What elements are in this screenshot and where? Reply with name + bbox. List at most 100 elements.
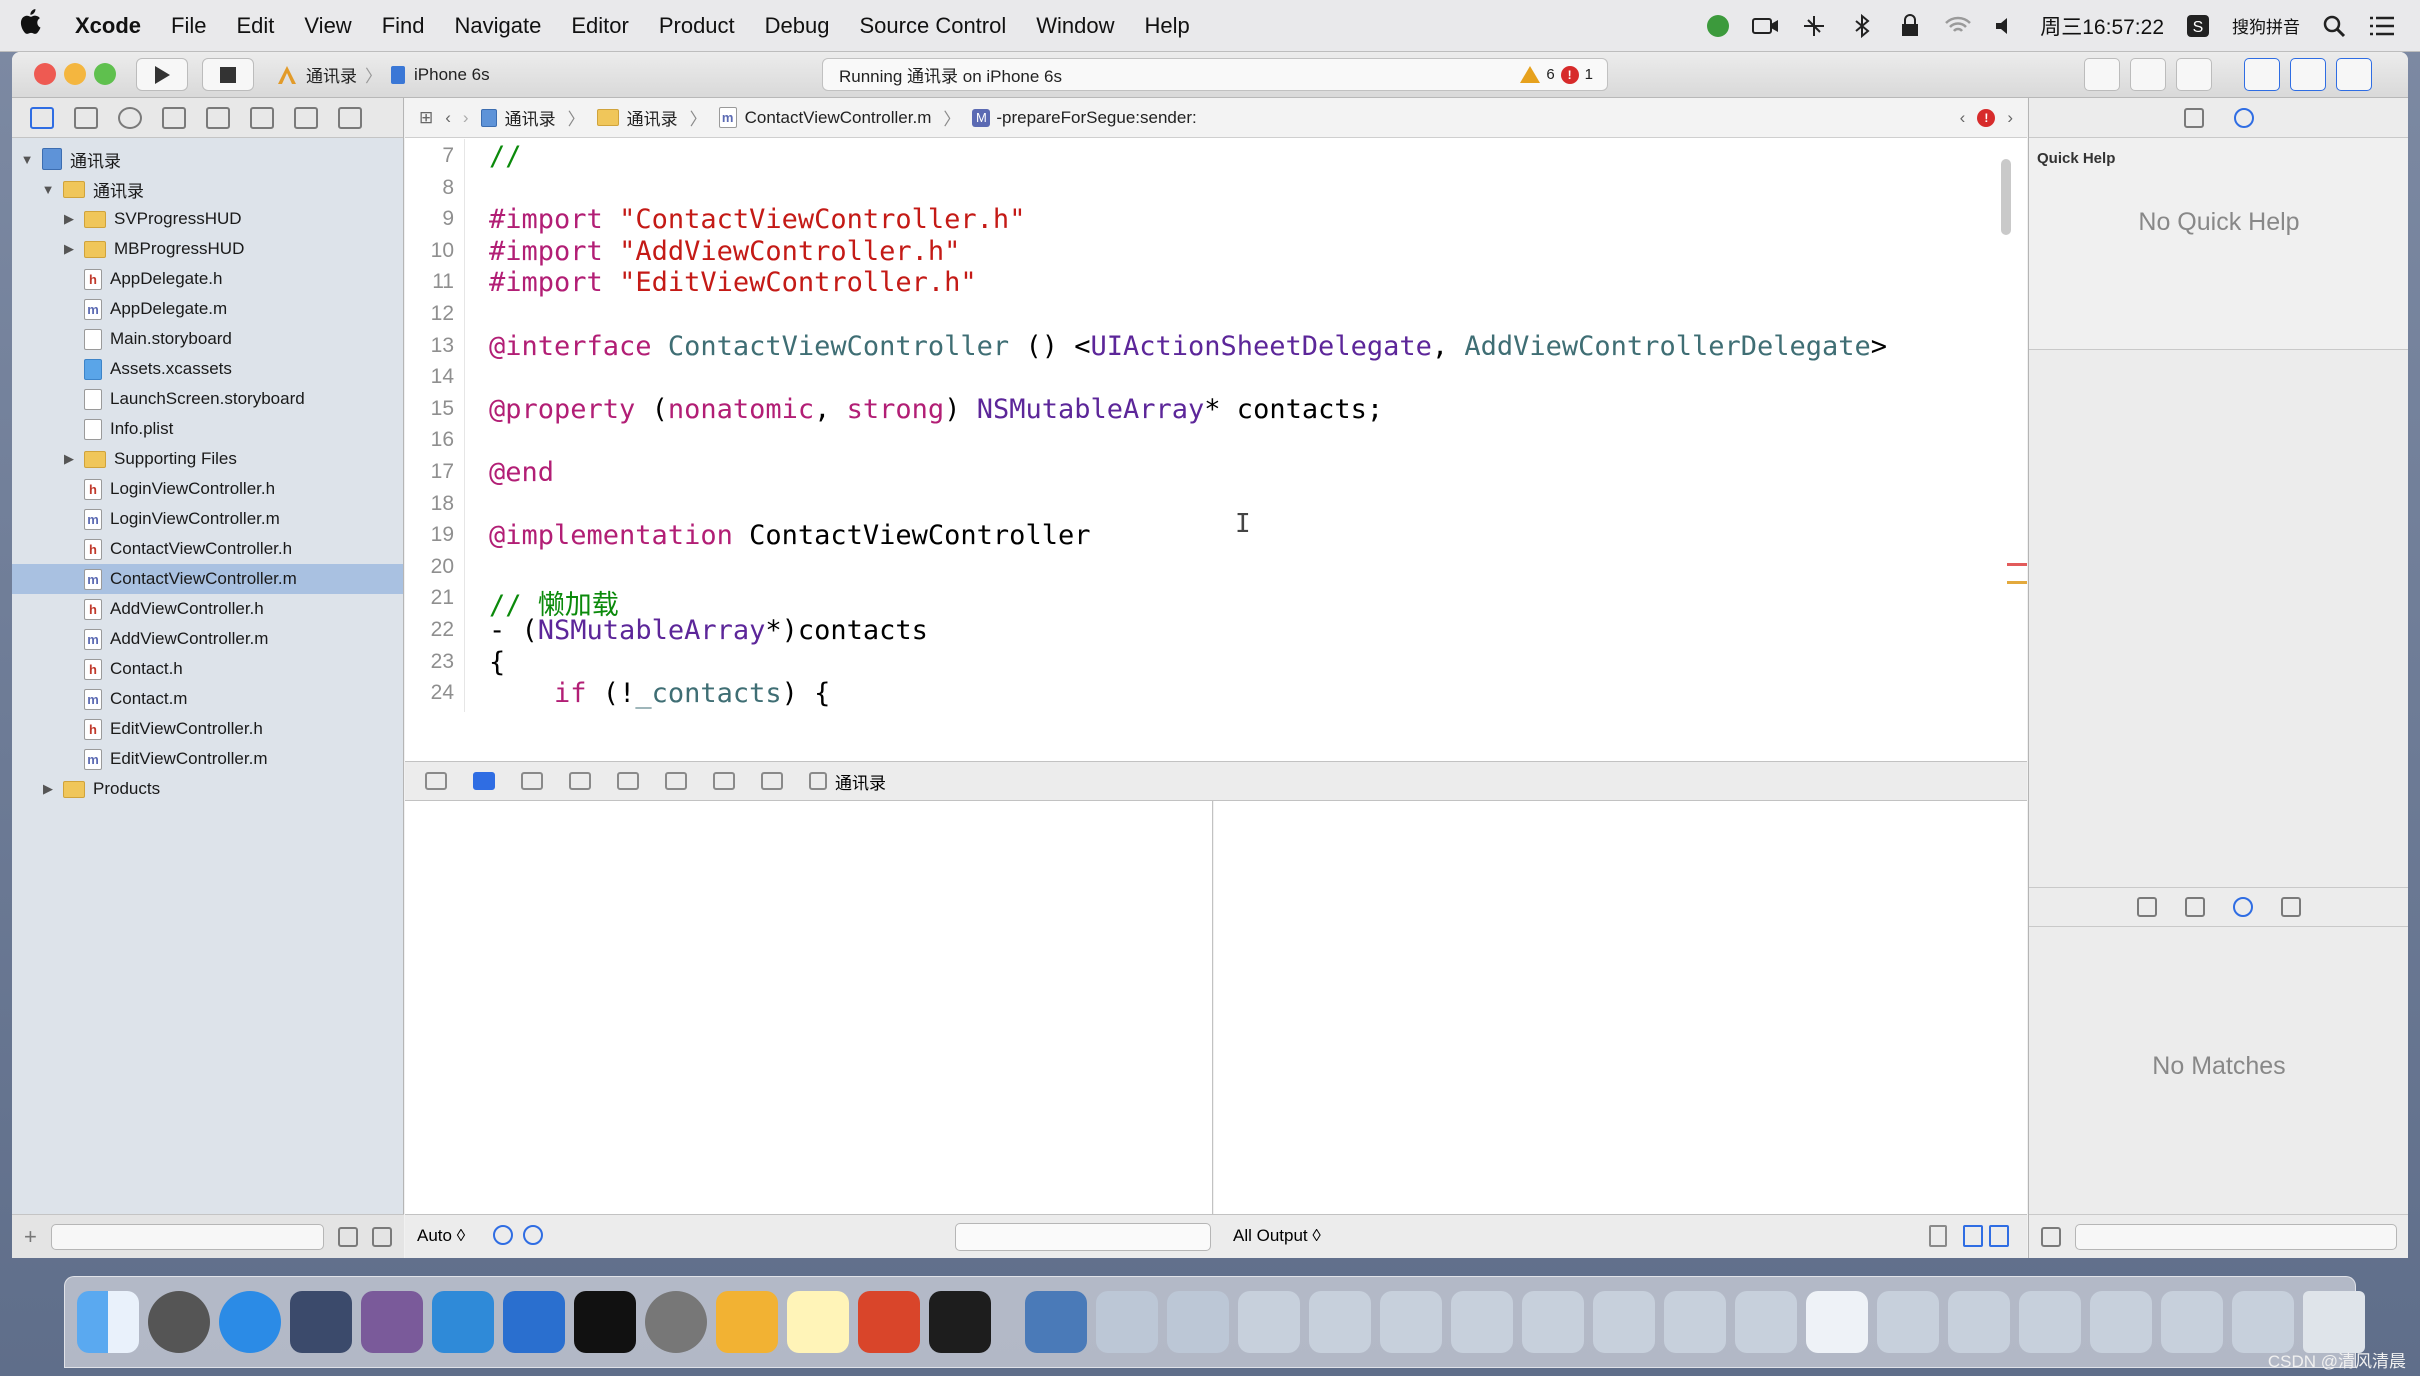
dock-instruments-icon[interactable] <box>503 1291 565 1353</box>
file-tree-item[interactable]: ▼ 通讯录 <box>12 144 403 174</box>
menu-product[interactable]: Product <box>644 13 750 39</box>
dock-window-thumbnail-icon[interactable] <box>2019 1291 2081 1353</box>
navigator-filter-input[interactable] <box>50 1223 324 1250</box>
next-issue-icon[interactable]: › <box>2007 108 2013 128</box>
dock-window-thumbnail-icon[interactable] <box>1593 1291 1655 1353</box>
disclosure-triangle-icon[interactable]: ▶ <box>62 241 76 257</box>
spotlight-search-icon[interactable] <box>2320 12 2348 40</box>
code-line[interactable]: @end <box>489 457 554 488</box>
dock-window-thumbnail-icon[interactable] <box>1167 1291 1229 1353</box>
notification-center-icon[interactable] <box>2368 12 2396 40</box>
code-line[interactable]: @implementation ContactViewController <box>489 520 1090 551</box>
file-tree-item[interactable]: Info.plist <box>12 414 403 444</box>
recent-files-icon[interactable] <box>338 1226 358 1247</box>
dock-finder-icon[interactable] <box>77 1291 139 1353</box>
editor-scrollbar[interactable] <box>2001 159 2011 235</box>
dock-window-thumbnail-icon[interactable] <box>1309 1291 1371 1353</box>
scm-filter-icon[interactable] <box>372 1226 392 1247</box>
quick-help-icon[interactable] <box>2233 107 2254 128</box>
file-tree-item[interactable]: m ContactViewController.m <box>12 564 403 594</box>
airplane-icon[interactable] <box>1800 12 1828 40</box>
dock-powerpoint-icon[interactable] <box>858 1291 920 1353</box>
back-arrow-icon[interactable]: ‹ <box>445 108 451 128</box>
file-tree-item[interactable]: h Contact.h <box>12 654 403 684</box>
code-line[interactable]: @property (nonatomic, strong) NSMutableA… <box>489 394 1383 425</box>
code-line[interactable]: #import "ContactViewController.h" <box>489 204 1025 235</box>
hide-debug-area-icon[interactable] <box>425 772 447 790</box>
dock-window-thumbnail-icon[interactable] <box>1806 1291 1868 1353</box>
code-line[interactable]: @interface ContactViewController () <UIA… <box>489 331 1887 362</box>
menu-source-control[interactable]: Source Control <box>845 13 1022 39</box>
code-area[interactable]: 7 8 9 10 11 12 13 14 15 16 17 18 19 20 21 22 23 24 // #imp… <box>405 139 2027 712</box>
version-editor-button[interactable] <box>2176 58 2212 91</box>
close-window-button[interactable] <box>34 63 56 85</box>
console-view[interactable] <box>1214 801 2027 1214</box>
error-icon[interactable]: ! <box>1560 65 1579 84</box>
code-line[interactable]: // <box>489 141 522 172</box>
console-output-select[interactable]: All Output ◊ <box>1233 1226 1321 1246</box>
breakpoints-toggle-icon[interactable] <box>473 772 495 790</box>
dock-launchpad-icon[interactable] <box>148 1291 210 1353</box>
debug-navigator-icon[interactable] <box>250 106 274 129</box>
dock-xcode-icon[interactable] <box>432 1291 494 1353</box>
dock-window-thumbnail-icon[interactable] <box>2090 1291 2152 1353</box>
file-tree-item[interactable]: ▶ MBProgressHUD <box>12 234 403 264</box>
issue-indicator-icon[interactable]: ! <box>1977 108 1996 127</box>
dock-terminal-icon[interactable] <box>574 1291 636 1353</box>
code-snippet-icon[interactable] <box>2185 897 2205 917</box>
menu-edit[interactable]: Edit <box>221 13 289 39</box>
trash-icon[interactable] <box>1929 1225 1947 1247</box>
eye-icon[interactable] <box>493 1225 513 1245</box>
add-file-icon[interactable]: + <box>24 1224 37 1250</box>
related-items-icon[interactable]: ⊞ <box>419 108 433 128</box>
menu-view[interactable]: View <box>289 13 366 39</box>
variables-filter-input[interactable] <box>955 1223 1211 1251</box>
file-tree-item[interactable]: m LoginViewController.m <box>12 504 403 534</box>
zoom-window-button[interactable] <box>94 63 116 85</box>
warning-icon[interactable] <box>1520 66 1541 83</box>
wifi-icon[interactable] <box>1944 12 1972 40</box>
dock-window-thumbnail-icon[interactable] <box>2232 1291 2294 1353</box>
jump-crumb-file[interactable]: m ContactViewController.m <box>718 107 931 128</box>
camera-icon[interactable] <box>1752 12 1780 40</box>
file-tree-item[interactable]: Main.storyboard <box>12 324 403 354</box>
menu-find[interactable]: Find <box>367 13 440 39</box>
menu-xcode[interactable]: Xcode <box>60 13 156 39</box>
find-navigator-icon[interactable] <box>118 106 142 129</box>
file-tree-item[interactable]: m AddViewController.m <box>12 624 403 654</box>
dock-console-icon[interactable] <box>929 1291 991 1353</box>
code-line[interactable]: #import "EditViewController.h" <box>489 267 977 298</box>
disclosure-triangle-icon[interactable]: ▶ <box>62 451 76 467</box>
bluetooth-icon[interactable] <box>1848 12 1876 40</box>
folder-navigator-icon[interactable] <box>30 106 54 129</box>
step-over-icon[interactable] <box>569 772 591 790</box>
error-count[interactable]: 1 <box>1585 66 1593 83</box>
info-icon[interactable] <box>523 1225 543 1245</box>
file-tree-item[interactable]: ▶ SVProgressHUD <box>12 204 403 234</box>
menu-window[interactable]: Window <box>1021 13 1129 39</box>
minimize-window-button[interactable] <box>64 63 86 85</box>
disclosure-triangle-icon[interactable]: ▶ <box>41 781 55 797</box>
previous-issue-icon[interactable]: ‹ <box>1960 108 1966 128</box>
dock-system-preferences-icon[interactable] <box>645 1291 707 1353</box>
file-tree-item[interactable]: LaunchScreen.storyboard <box>12 384 403 414</box>
menu-file[interactable]: File <box>156 13 221 39</box>
dock-quicktime-icon[interactable] <box>1025 1291 1087 1353</box>
file-tree-item[interactable]: h EditViewController.h <box>12 714 403 744</box>
jump-crumb-group[interactable]: 通讯录 <box>596 105 678 130</box>
menu-editor[interactable]: Editor <box>556 13 643 39</box>
dock-window-thumbnail-icon[interactable] <box>1664 1291 1726 1353</box>
file-tree-item[interactable]: ▼ 通讯录 <box>12 174 403 204</box>
dock-window-thumbnail-icon[interactable] <box>1096 1291 1158 1353</box>
toggle-debug-area-button[interactable] <box>2290 58 2326 91</box>
toggle-utilities-button[interactable] <box>2336 58 2372 91</box>
symbol-navigator-icon[interactable] <box>74 106 98 129</box>
disclosure-triangle-icon[interactable]: ▼ <box>41 182 55 197</box>
input-method-icon[interactable]: S <box>2184 12 2212 40</box>
input-method-label[interactable]: 搜狗拼音 <box>2232 13 2300 38</box>
file-tree-item[interactable]: h AppDelegate.h <box>12 264 403 294</box>
dock-mouse-app-icon[interactable] <box>290 1291 352 1353</box>
file-tree-item[interactable]: h ContactViewController.h <box>12 534 403 564</box>
code-line[interactable]: if (!_contacts) { <box>489 678 830 709</box>
run-button[interactable] <box>136 58 188 91</box>
